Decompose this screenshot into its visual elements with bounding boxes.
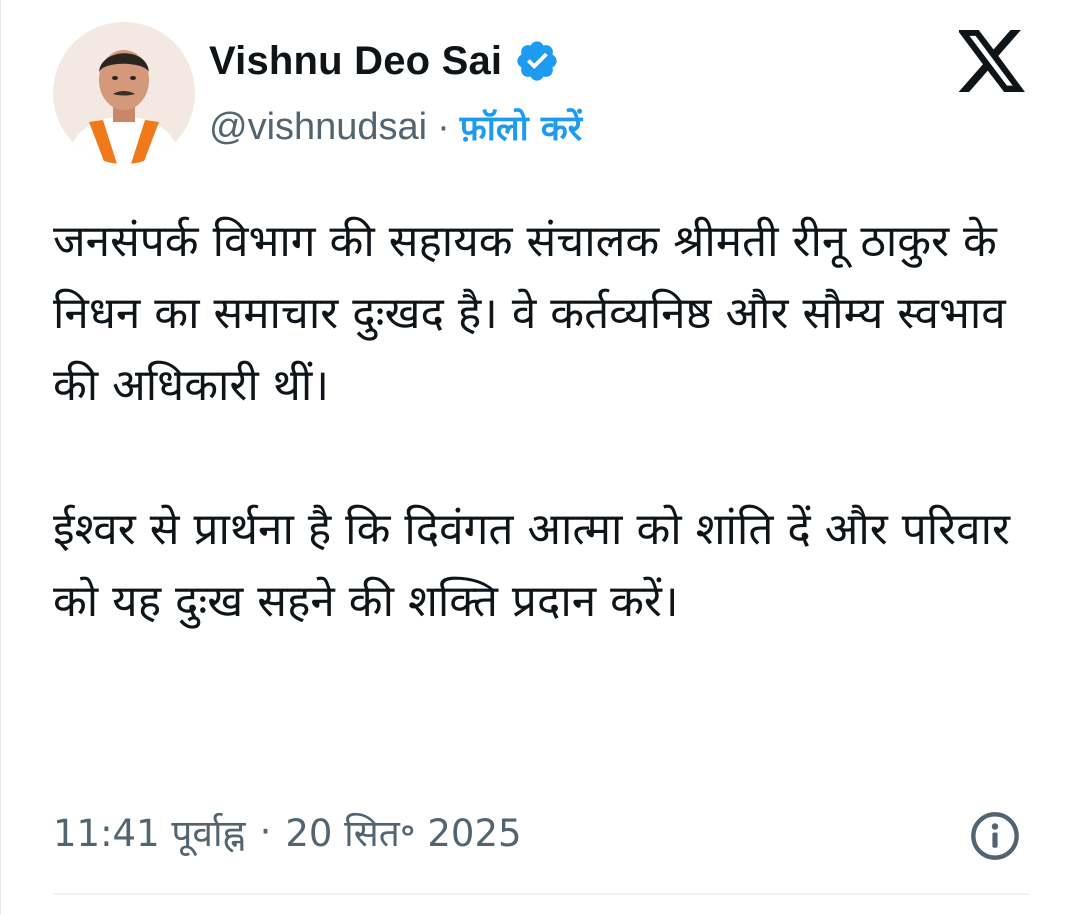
follow-button[interactable]: फ़ॉलो करें xyxy=(460,104,582,151)
tweet-time[interactable]: 11:41 पूर्वाह्न xyxy=(53,806,246,857)
author-handle-row: @vishnudsai · फ़ॉलो करें xyxy=(209,104,582,151)
timestamp-separator: · xyxy=(259,810,272,853)
info-icon[interactable] xyxy=(969,810,1021,862)
author-name[interactable]: Vishnu Deo Sai xyxy=(209,39,502,84)
author-name-row[interactable]: Vishnu Deo Sai xyxy=(209,38,560,84)
tweet-paragraph: ईश्वर से प्रार्थना है कि दिवंगत आत्मा को… xyxy=(53,504,1010,627)
handle-separator: · xyxy=(437,106,450,148)
avatar-image xyxy=(53,22,195,164)
tweet-timestamp[interactable]: 11:41 पूर्वाह्न · 20 सित॰ 2025 xyxy=(53,806,522,857)
divider xyxy=(53,893,1029,895)
tweet-paragraph: जनसंपर्क विभाग की सहायक संचालक श्रीमती र… xyxy=(53,216,1006,411)
tweet-date[interactable]: 20 सित॰ 2025 xyxy=(285,806,521,857)
author-handle[interactable]: @vishnudsai xyxy=(209,106,427,149)
tweet-text: जनसंपर्क विभाग की सहायक संचालक श्रीमती र… xyxy=(53,206,1043,638)
avatar[interactable] xyxy=(53,22,195,164)
tweet-card: Vishnu Deo Sai @vishnudsai · फ़ॉलो करें … xyxy=(0,0,1068,915)
x-logo-icon[interactable] xyxy=(959,30,1027,92)
verified-badge-icon xyxy=(517,41,557,81)
